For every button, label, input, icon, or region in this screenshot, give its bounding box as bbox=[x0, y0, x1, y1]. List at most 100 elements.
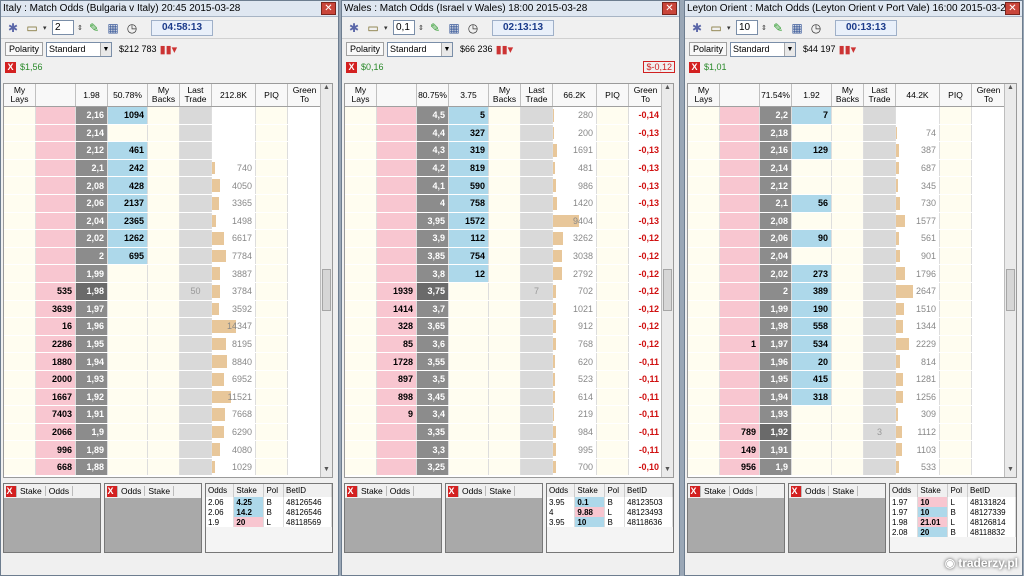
candlestick-icon[interactable]: ▮▮▾ bbox=[496, 43, 514, 56]
my-backs-cell[interactable] bbox=[832, 177, 864, 194]
last-trade-cell[interactable] bbox=[864, 107, 896, 124]
my-lays-cell[interactable] bbox=[688, 458, 720, 476]
my-lays-cell[interactable] bbox=[4, 194, 36, 212]
last-trade-cell[interactable] bbox=[864, 458, 896, 476]
piq-cell[interactable] bbox=[597, 194, 629, 212]
my-backs-cell[interactable] bbox=[148, 212, 180, 230]
lay-amount-cell[interactable] bbox=[377, 212, 417, 230]
last-trade-cell[interactable] bbox=[180, 194, 212, 212]
my-backs-cell[interactable] bbox=[148, 142, 180, 159]
ladder-header-cell[interactable]: 50.78% bbox=[108, 84, 148, 106]
bet-row[interactable]: 2.06 14.2 B 48126546 bbox=[206, 507, 332, 517]
last-trade-cell[interactable] bbox=[180, 300, 212, 318]
my-lays-cell[interactable] bbox=[688, 423, 720, 441]
last-trade-cell[interactable] bbox=[521, 142, 553, 159]
my-lays-cell[interactable] bbox=[4, 441, 36, 458]
my-backs-cell[interactable] bbox=[832, 159, 864, 177]
my-lays-cell[interactable] bbox=[688, 441, 720, 458]
odds-cell[interactable]: 2,08 bbox=[760, 212, 792, 230]
window-titlebar[interactable]: Wales : Match Odds (Israel v Wales) 18:0… bbox=[342, 1, 679, 17]
piq-cell[interactable] bbox=[940, 107, 972, 124]
polarity-select[interactable]: Standard ▼ bbox=[387, 41, 454, 57]
lay-amount-cell[interactable] bbox=[720, 406, 760, 423]
piq-cell[interactable] bbox=[597, 142, 629, 159]
last-trade-cell[interactable] bbox=[521, 212, 553, 230]
lay-amount-cell[interactable]: 996 bbox=[36, 441, 76, 458]
my-backs-cell[interactable] bbox=[832, 230, 864, 247]
odds-cell[interactable]: 1,96 bbox=[76, 318, 108, 335]
ladder-header-cell[interactable]: My Lays bbox=[4, 84, 36, 106]
lay-amount-cell[interactable] bbox=[36, 107, 76, 124]
ladder-view-icon[interactable]: ▦ bbox=[105, 20, 121, 36]
odds-cell[interactable]: 3,35 bbox=[417, 423, 449, 441]
back-amount-cell[interactable]: 2137 bbox=[108, 194, 148, 212]
my-backs-cell[interactable] bbox=[832, 353, 864, 370]
piq-cell[interactable] bbox=[597, 406, 629, 423]
lay-amount-cell[interactable] bbox=[720, 282, 760, 300]
odds-cell[interactable]: 4,2 bbox=[417, 159, 449, 177]
last-trade-cell[interactable] bbox=[521, 177, 553, 194]
lay-amount-cell[interactable] bbox=[720, 318, 760, 335]
back-amount-cell[interactable] bbox=[792, 458, 832, 476]
my-lays-cell[interactable] bbox=[4, 124, 36, 142]
money-icon[interactable]: ▭ bbox=[708, 20, 724, 36]
bet-row[interactable]: 3.95 10 B 48118636 bbox=[547, 517, 673, 527]
piq-cell[interactable] bbox=[256, 177, 288, 194]
ladder-header-cell[interactable]: My Backs bbox=[832, 84, 864, 106]
ladder-scrollbar[interactable]: ▲ ▼ bbox=[661, 84, 673, 477]
my-backs-cell[interactable] bbox=[489, 441, 521, 458]
last-trade-cell[interactable]: 50 bbox=[180, 282, 212, 300]
my-lays-cell[interactable] bbox=[345, 177, 377, 194]
back-amount-cell[interactable]: 2365 bbox=[108, 212, 148, 230]
last-trade-cell[interactable] bbox=[180, 177, 212, 194]
last-trade-cell[interactable] bbox=[864, 335, 896, 353]
my-backs-cell[interactable] bbox=[489, 335, 521, 353]
my-backs-cell[interactable] bbox=[832, 406, 864, 423]
piq-cell[interactable] bbox=[256, 335, 288, 353]
my-backs-cell[interactable] bbox=[832, 212, 864, 230]
my-lays-cell[interactable] bbox=[345, 194, 377, 212]
my-backs-cell[interactable] bbox=[148, 159, 180, 177]
my-lays-cell[interactable] bbox=[345, 107, 377, 124]
piq-cell[interactable] bbox=[940, 159, 972, 177]
my-lays-cell[interactable] bbox=[345, 458, 377, 476]
my-lays-cell[interactable] bbox=[345, 335, 377, 353]
cancel-lays-button[interactable]: X bbox=[690, 485, 701, 497]
back-amount-cell[interactable] bbox=[449, 388, 489, 406]
my-backs-cell[interactable] bbox=[148, 423, 180, 441]
lay-amount-cell[interactable] bbox=[36, 247, 76, 265]
back-amount-cell[interactable]: 56 bbox=[792, 194, 832, 212]
lay-amount-cell[interactable] bbox=[377, 230, 417, 247]
back-amount-cell[interactable]: 112 bbox=[449, 230, 489, 247]
last-trade-cell[interactable] bbox=[864, 282, 896, 300]
lay-amount-cell[interactable]: 1414 bbox=[377, 300, 417, 318]
my-lays-cell[interactable] bbox=[345, 318, 377, 335]
odds-cell[interactable]: 2 bbox=[76, 247, 108, 265]
last-trade-cell[interactable] bbox=[521, 318, 553, 335]
piq-cell[interactable] bbox=[256, 458, 288, 476]
my-lays-cell[interactable] bbox=[4, 406, 36, 423]
ladder-header-cell[interactable]: 80.75% bbox=[417, 84, 449, 106]
ladder-header-cell[interactable]: 71.54% bbox=[760, 84, 792, 106]
my-lays-cell[interactable] bbox=[4, 318, 36, 335]
chevron-down-icon[interactable]: ▾ bbox=[727, 24, 733, 32]
my-backs-cell[interactable] bbox=[489, 406, 521, 423]
my-lays-cell[interactable] bbox=[4, 159, 36, 177]
back-amount-cell[interactable]: 428 bbox=[108, 177, 148, 194]
my-lays-cell[interactable] bbox=[4, 107, 36, 124]
piq-cell[interactable] bbox=[256, 107, 288, 124]
piq-cell[interactable] bbox=[256, 124, 288, 142]
my-lays-cell[interactable] bbox=[4, 353, 36, 370]
my-backs-cell[interactable] bbox=[148, 247, 180, 265]
lay-amount-cell[interactable] bbox=[720, 159, 760, 177]
my-lays-cell[interactable] bbox=[4, 142, 36, 159]
last-trade-cell[interactable] bbox=[180, 159, 212, 177]
my-lays-cell[interactable] bbox=[688, 124, 720, 142]
back-amount-cell[interactable]: 319 bbox=[449, 142, 489, 159]
piq-cell[interactable] bbox=[940, 406, 972, 423]
last-trade-cell[interactable] bbox=[521, 458, 553, 476]
chevron-down-icon[interactable]: ▼ bbox=[784, 42, 796, 56]
back-amount-cell[interactable]: 558 bbox=[792, 318, 832, 335]
my-lays-cell[interactable] bbox=[688, 107, 720, 124]
bet-row[interactable]: 2.06 4.25 B 48126546 bbox=[206, 497, 332, 507]
